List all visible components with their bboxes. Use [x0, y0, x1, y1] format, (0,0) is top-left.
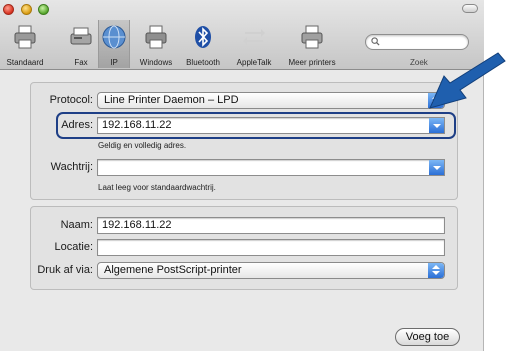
- toolbar-item-standaard[interactable]: Standaard: [2, 20, 48, 68]
- driver-popup[interactable]: Algemene PostScript-printer: [97, 262, 445, 279]
- fax-icon: [70, 27, 92, 45]
- network-globe-icon: [102, 25, 126, 49]
- toolbar-item-label: Bluetooth: [186, 58, 220, 67]
- toolbar-item-fax[interactable]: Fax: [66, 20, 96, 68]
- protocol-value: Line Printer Daemon – LPD: [104, 94, 239, 106]
- protocol-label: Protocol:: [49, 94, 93, 106]
- location-field[interactable]: [97, 239, 445, 256]
- add-printer-window: Standaard Fax IP Windows Bluetooth Apple…: [0, 0, 484, 351]
- driver-value: Algemene PostScript-printer: [104, 264, 242, 276]
- bluetooth-icon: [195, 26, 211, 48]
- search-icon: [371, 37, 380, 46]
- toolbar: Standaard Fax IP Windows Bluetooth Apple…: [0, 0, 484, 70]
- name-field[interactable]: 192.168.11.22: [97, 217, 445, 234]
- toolbar-item-label: IP: [110, 58, 118, 67]
- queue-label: Wachtrij:: [50, 161, 93, 173]
- minimize-window-button[interactable]: [21, 4, 32, 15]
- windows-printer-icon: [145, 25, 167, 49]
- queue-field[interactable]: [97, 159, 445, 176]
- toolbar-item-windows[interactable]: Windows: [134, 20, 178, 68]
- toolbar-item-label: AppleTalk: [236, 58, 272, 67]
- toolbar-item-bluetooth[interactable]: Bluetooth: [180, 20, 226, 68]
- popup-arrows-icon: [428, 263, 444, 278]
- toolbar-item-label: Standaard: [6, 58, 44, 67]
- callout-arrow-icon: [429, 52, 506, 109]
- search-label: Zoek: [410, 58, 428, 67]
- name-label: Naam:: [60, 219, 93, 231]
- toolbar-item-ip[interactable]: IP: [98, 20, 130, 68]
- toolbar-item-appletalk[interactable]: AppleTalk: [228, 20, 280, 68]
- location-label: Locatie:: [54, 241, 93, 253]
- search-input[interactable]: [365, 34, 469, 50]
- appletalk-icon: [243, 29, 265, 45]
- zoom-window-button[interactable]: [38, 4, 49, 15]
- toolbar-item-label: Fax: [74, 58, 88, 67]
- protocol-popup[interactable]: Line Printer Daemon – LPD: [97, 92, 445, 109]
- address-highlight-box: [56, 112, 456, 139]
- add-button[interactable]: Voeg toe: [395, 328, 460, 346]
- toolbar-item-meer-printers[interactable]: Meer printers: [282, 20, 342, 68]
- toolbar-item-label: Meer printers: [288, 58, 336, 67]
- driver-label: Druk af via:: [37, 264, 93, 276]
- printer-icon: [14, 25, 36, 49]
- toolbar-item-label: Windows: [139, 58, 173, 67]
- queue-dropdown-icon[interactable]: [429, 160, 444, 175]
- toolbar-toggle-button[interactable]: [462, 4, 478, 13]
- name-value: 192.168.11.22: [102, 219, 172, 231]
- queue-hint: Laat leeg voor standaardwachtrij.: [98, 183, 216, 192]
- address-hint: Geldig en volledig adres.: [98, 141, 187, 150]
- close-window-button[interactable]: [3, 4, 14, 15]
- more-printers-icon: [301, 25, 323, 49]
